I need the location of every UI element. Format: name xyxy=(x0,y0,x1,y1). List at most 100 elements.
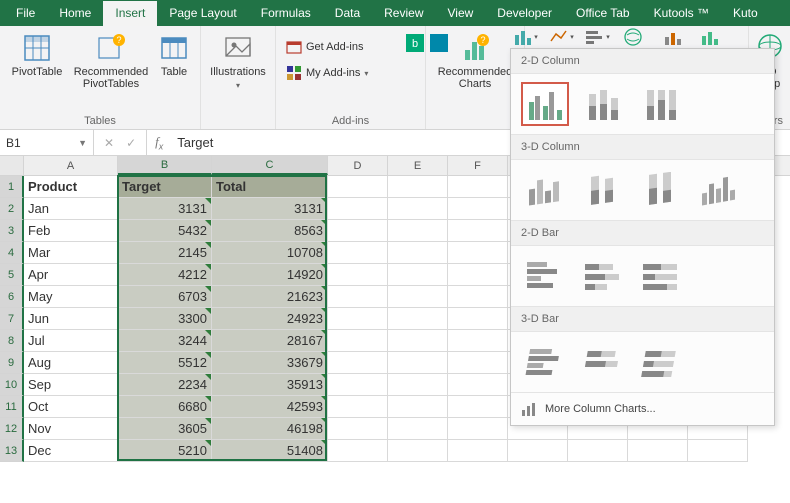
enter-formula-icon[interactable]: ✓ xyxy=(126,136,136,150)
clustered-column-3d[interactable] xyxy=(521,168,569,212)
cell-H13[interactable] xyxy=(568,440,628,462)
cell-A13[interactable]: Dec xyxy=(24,440,118,462)
cell-B1[interactable]: Target xyxy=(118,176,212,198)
cell-C7[interactable]: 24923 xyxy=(212,308,328,330)
cell-D10[interactable] xyxy=(328,374,388,396)
cell-F9[interactable] xyxy=(448,352,508,374)
cell-B6[interactable]: 6703 xyxy=(118,286,212,308)
bar-chart-dropdown[interactable]: ▾ xyxy=(584,28,612,46)
cell-B3[interactable]: 5432 xyxy=(118,220,212,242)
cell-A7[interactable]: Jun xyxy=(24,308,118,330)
cell-D13[interactable] xyxy=(328,440,388,462)
tab-formulas[interactable]: Formulas xyxy=(249,1,323,26)
cell-B5[interactable]: 4212 xyxy=(118,264,212,286)
column-header-F[interactable]: F xyxy=(448,156,508,175)
stacked-bar-3d[interactable] xyxy=(579,340,627,384)
cell-C6[interactable]: 21623 xyxy=(212,286,328,308)
cell-F8[interactable] xyxy=(448,330,508,352)
tab-page-layout[interactable]: Page Layout xyxy=(157,1,248,26)
cell-D5[interactable] xyxy=(328,264,388,286)
cell-A3[interactable]: Feb xyxy=(24,220,118,242)
stacked-column-2d[interactable] xyxy=(579,82,627,126)
column-header-B[interactable]: B xyxy=(118,156,212,175)
column-chart-dropdown[interactable]: ▾ xyxy=(512,28,540,46)
clustered-bar-2d[interactable] xyxy=(521,254,569,298)
select-all-corner[interactable] xyxy=(0,156,24,175)
cell-B7[interactable]: 3300 xyxy=(118,308,212,330)
cell-J13[interactable] xyxy=(688,440,748,462)
cell-G13[interactable] xyxy=(508,440,568,462)
cell-E2[interactable] xyxy=(388,198,448,220)
cell-F10[interactable] xyxy=(448,374,508,396)
row-header-7[interactable]: 7 xyxy=(0,308,24,330)
row-header-12[interactable]: 12 xyxy=(0,418,24,440)
cell-D3[interactable] xyxy=(328,220,388,242)
cell-D4[interactable] xyxy=(328,242,388,264)
cell-B11[interactable]: 6680 xyxy=(118,396,212,418)
cell-B4[interactable]: 2145 xyxy=(118,242,212,264)
cell-F11[interactable] xyxy=(448,396,508,418)
tab-kuto[interactable]: Kuto xyxy=(721,1,770,26)
cell-A10[interactable]: Sep xyxy=(24,374,118,396)
row-header-2[interactable]: 2 xyxy=(0,198,24,220)
column-header-C[interactable]: C xyxy=(212,156,328,175)
more-column-charts[interactable]: More Column Charts... xyxy=(511,392,774,425)
cell-D7[interactable] xyxy=(328,308,388,330)
cell-A1[interactable]: Product xyxy=(24,176,118,198)
row-header-10[interactable]: 10 xyxy=(0,374,24,396)
cell-E9[interactable] xyxy=(388,352,448,374)
illustrations-button[interactable]: Illustrations ▾ xyxy=(207,30,269,92)
stacked100-column-2d[interactable] xyxy=(637,82,685,126)
cell-C3[interactable]: 8563 xyxy=(212,220,328,242)
cell-F2[interactable] xyxy=(448,198,508,220)
cell-C2[interactable]: 3131 xyxy=(212,198,328,220)
row-header-4[interactable]: 4 xyxy=(0,242,24,264)
cell-F1[interactable] xyxy=(448,176,508,198)
my-addins-button[interactable]: My Add-ins ▾ xyxy=(282,62,419,84)
cell-E5[interactable] xyxy=(388,264,448,286)
cell-C13[interactable]: 51408 xyxy=(212,440,328,462)
tab-file[interactable]: File xyxy=(4,1,47,26)
cell-D9[interactable] xyxy=(328,352,388,374)
cell-B2[interactable]: 3131 xyxy=(118,198,212,220)
clustered-bar-3d[interactable] xyxy=(521,340,569,384)
bing-icon[interactable]: b xyxy=(406,34,424,52)
cell-A11[interactable]: Oct xyxy=(24,396,118,418)
pivotchart-dropdown[interactable] xyxy=(696,28,724,46)
cell-A12[interactable]: Nov xyxy=(24,418,118,440)
cell-C11[interactable]: 42593 xyxy=(212,396,328,418)
tab-data[interactable]: Data xyxy=(323,1,372,26)
cell-A8[interactable]: Jul xyxy=(24,330,118,352)
cell-E11[interactable] xyxy=(388,396,448,418)
cell-A9[interactable]: Aug xyxy=(24,352,118,374)
tab-view[interactable]: View xyxy=(436,1,486,26)
cell-E1[interactable] xyxy=(388,176,448,198)
row-header-11[interactable]: 11 xyxy=(0,396,24,418)
cell-E3[interactable] xyxy=(388,220,448,242)
cell-C5[interactable]: 14920 xyxy=(212,264,328,286)
row-header-13[interactable]: 13 xyxy=(0,440,24,462)
cancel-formula-icon[interactable]: ✕ xyxy=(104,136,114,150)
cell-F12[interactable] xyxy=(448,418,508,440)
column-header-A[interactable]: A xyxy=(24,156,118,175)
cell-F3[interactable] xyxy=(448,220,508,242)
cell-D6[interactable] xyxy=(328,286,388,308)
cell-F13[interactable] xyxy=(448,440,508,462)
tab-insert[interactable]: Insert xyxy=(103,1,157,26)
cell-F7[interactable] xyxy=(448,308,508,330)
cell-E4[interactable] xyxy=(388,242,448,264)
cell-B8[interactable]: 3244 xyxy=(118,330,212,352)
recommended-pivottables-button[interactable]: ? Recommended PivotTables xyxy=(68,30,154,90)
stacked100-bar-3d[interactable] xyxy=(637,340,685,384)
cell-C10[interactable]: 35913 xyxy=(212,374,328,396)
cell-D11[interactable] xyxy=(328,396,388,418)
cell-D1[interactable] xyxy=(328,176,388,198)
cell-D8[interactable] xyxy=(328,330,388,352)
cell-D2[interactable] xyxy=(328,198,388,220)
row-header-5[interactable]: 5 xyxy=(0,264,24,286)
cell-F4[interactable] xyxy=(448,242,508,264)
people-icon[interactable] xyxy=(430,34,448,52)
cell-B12[interactable]: 3605 xyxy=(118,418,212,440)
cell-E8[interactable] xyxy=(388,330,448,352)
cell-B13[interactable]: 5210 xyxy=(118,440,212,462)
